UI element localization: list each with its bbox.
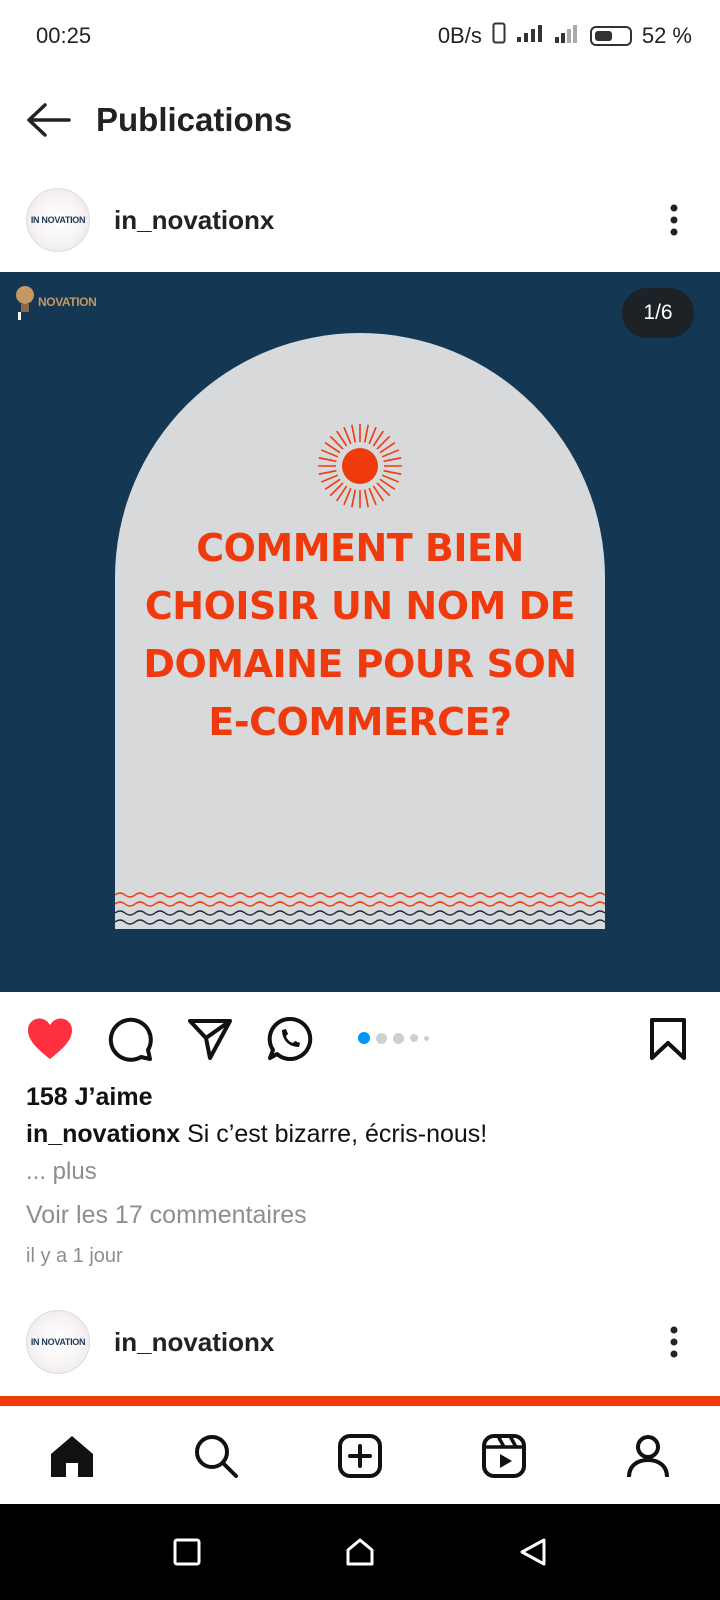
- post-caption: in_novationx Si c’est bizarre, écris-nou…: [26, 1120, 696, 1149]
- slide-arch: COMMENT BIEN CHOISIR UN NOM DE DOMAINE P…: [115, 333, 605, 929]
- like-button[interactable]: [24, 1013, 76, 1065]
- profile-icon: [627, 1434, 669, 1477]
- signal-icon: [516, 23, 544, 49]
- lightbulb-icon: [16, 286, 34, 320]
- post-username[interactable]: in_novationx: [114, 205, 654, 236]
- avatar[interactable]: IN NOVATION: [26, 188, 90, 252]
- whatsapp-icon: [267, 1016, 313, 1061]
- nav-profile[interactable]: [608, 1416, 688, 1496]
- nav-create[interactable]: [320, 1416, 400, 1496]
- sun-icon: [318, 424, 402, 508]
- page-header: Publications: [0, 78, 720, 162]
- post-timestamp: il y a 1 jour: [26, 1245, 123, 1267]
- nav-home[interactable]: [32, 1416, 112, 1496]
- carousel-dot: [393, 1032, 404, 1044]
- carousel-counter: 1/6: [622, 288, 694, 338]
- carousel-dot: [424, 1035, 429, 1041]
- send-icon: [188, 1019, 232, 1060]
- post-header: IN NOVATION in_novationx: [0, 178, 720, 262]
- caption-more-link[interactable]: ... plus: [26, 1158, 97, 1186]
- back-system-button[interactable]: [503, 1522, 563, 1582]
- share-button[interactable]: [184, 1013, 236, 1065]
- recent-apps-button[interactable]: [157, 1522, 217, 1582]
- brand-logo: NOVATION: [14, 284, 97, 320]
- comment-icon: [108, 1017, 153, 1062]
- status-bar: 00:25 0B/s 52 %: [0, 0, 720, 72]
- headline-line: COMMENT BIEN: [196, 526, 524, 570]
- whatsapp-button[interactable]: [264, 1013, 316, 1065]
- square-icon: [173, 1538, 201, 1566]
- like-count[interactable]: 158 J’aime: [26, 1083, 153, 1112]
- reels-icon: [482, 1433, 526, 1478]
- headline-line: DOMAINE POUR SON: [143, 642, 577, 686]
- home-system-button[interactable]: [330, 1522, 390, 1582]
- slide-headline: COMMENT BIEN CHOISIR UN NOM DE DOMAINE P…: [115, 519, 605, 751]
- comment-button[interactable]: [104, 1013, 156, 1065]
- wave-decoration: [115, 892, 605, 925]
- battery-icon: [589, 26, 632, 46]
- next-post-header: IN NOVATION in_novationx: [0, 1300, 720, 1384]
- nav-reels[interactable]: [464, 1416, 544, 1496]
- post-options-button[interactable]: [654, 1312, 694, 1372]
- avatar-logo-text: IN NOVATION: [30, 215, 86, 225]
- headline-line: CHOISIR UN NOM DE: [144, 584, 576, 628]
- signal-secondary-icon: [554, 22, 580, 50]
- caption-text: Si c’est bizarre, écris-nous!: [180, 1120, 488, 1148]
- nav-search[interactable]: [176, 1416, 256, 1496]
- home-outline-icon: [346, 1538, 374, 1566]
- avatar-logo-text: IN NOVATION: [30, 1337, 86, 1347]
- back-button[interactable]: [0, 78, 96, 162]
- search-icon: [195, 1434, 238, 1478]
- network-speed: 0B/s: [437, 23, 482, 48]
- page-title: Publications: [96, 101, 293, 138]
- phone-icon: [492, 22, 506, 50]
- brand-logo-text: NOVATION: [38, 295, 97, 309]
- more-vertical-icon: [670, 1326, 678, 1358]
- home-icon: [51, 1435, 93, 1477]
- save-button[interactable]: [642, 1013, 694, 1065]
- bottom-navigation: [0, 1406, 720, 1504]
- triangle-back-icon: [520, 1538, 546, 1566]
- caption-username[interactable]: in_novationx: [26, 1120, 180, 1148]
- bookmark-icon: [650, 1018, 686, 1060]
- status-time: 00:25: [36, 23, 92, 48]
- arrow-left-icon: [27, 103, 71, 137]
- post-options-button[interactable]: [654, 190, 694, 250]
- carousel-dot: [358, 1032, 370, 1044]
- carousel-indicator: [358, 1032, 429, 1044]
- status-indicators: 0B/s 52 %: [438, 22, 692, 50]
- next-post-image-preview[interactable]: [0, 1396, 720, 1406]
- post-username[interactable]: in_novationx: [114, 1327, 654, 1358]
- headline-line: E-COMMERCE?: [208, 700, 512, 744]
- heart-icon: [28, 1018, 72, 1059]
- post-image[interactable]: NOVATION 1/6 COMMENT BIEN CHOISIR UN NOM…: [0, 272, 720, 992]
- carousel-dot: [376, 1032, 387, 1044]
- create-icon: [338, 1433, 382, 1478]
- view-comments-link[interactable]: Voir les 17 commentaires: [26, 1201, 307, 1230]
- battery-percent: 52 %: [641, 23, 692, 48]
- system-navigation-bar: [0, 1504, 720, 1600]
- avatar[interactable]: IN NOVATION: [26, 1310, 90, 1374]
- carousel-dot: [410, 1034, 418, 1042]
- more-vertical-icon: [670, 204, 678, 236]
